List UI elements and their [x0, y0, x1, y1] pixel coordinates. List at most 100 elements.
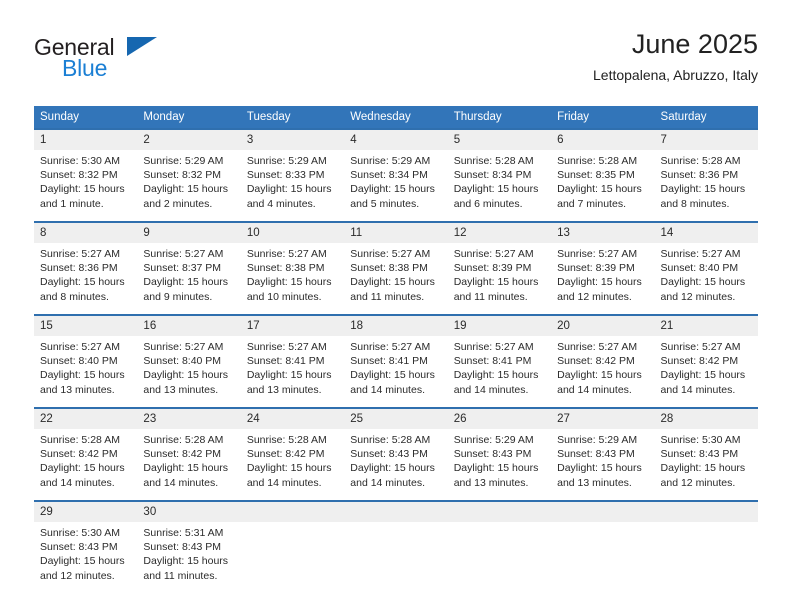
day-number: 8	[34, 223, 138, 243]
general-blue-logo[interactable]: General Blue	[34, 34, 264, 90]
calendar-day-cell[interactable]: 19 Sunrise: 5:27 AM Sunset: 8:41 PM Dayligh…	[447, 314, 552, 407]
calendar-day-cell[interactable]: 2 Sunrise: 5:29 AM Sunset: 8:32 PM Daylight…	[137, 128, 241, 221]
day-cell-body: 6 Sunrise: 5:28 AM Sunset: 8:35 PM Daylight…	[551, 128, 655, 211]
calendar-day-cell[interactable]: 15 Sunrise: 5:27 AM Sunset: 8:40 PM Dayligh…	[34, 314, 138, 407]
sunset-text: Sunset: 8:32 PM	[40, 169, 118, 182]
sunset-text: Sunset: 8:34 PM	[453, 169, 532, 182]
day-number	[240, 502, 345, 522]
sunrise-text: Sunrise: 5:28 AM	[350, 434, 431, 446]
calendar-day-cell[interactable]: 18 Sunrise: 5:27 AM Sunset: 8:41 PM Dayligh…	[344, 314, 448, 407]
calendar-day-cell[interactable]: 30 Sunrise: 5:31 AM Sunset: 8:43 PM Dayligh…	[137, 500, 241, 584]
sunrise-text: Sunrise: 5:28 AM	[40, 434, 120, 446]
day-cell-body: 15 Sunrise: 5:27 AM Sunset: 8:40 PM Dayligh…	[34, 314, 138, 397]
calendar-day-cell[interactable]: 25 Sunrise: 5:28 AM Sunset: 8:43 PM Dayligh…	[344, 407, 448, 500]
calendar-day-cell[interactable]: 8 Sunrise: 5:27 AM Sunset: 8:36 PM Daylight…	[34, 221, 138, 314]
sunset-text: Sunset: 8:32 PM	[143, 169, 222, 182]
calendar-table: Sunday Monday Tuesday Wednesday Thursday…	[34, 106, 758, 584]
calendar-body: 1 Sunrise: 5:30 AM Sunset: 8:32 PM Daylight…	[34, 128, 758, 584]
sunrise-text: Sunrise: 5:30 AM	[660, 434, 741, 446]
sunset-text: Sunset: 8:43 PM	[143, 541, 222, 554]
daylight-text-line2: and 11 minutes.	[143, 569, 218, 582]
calendar-day-cell[interactable]: 28 Sunrise: 5:30 AM Sunset: 8:43 PM Dayligh…	[654, 407, 758, 500]
sunset-text: Sunset: 8:35 PM	[557, 169, 635, 182]
calendar-day-cell[interactable]: 24 Sunrise: 5:28 AM Sunset: 8:42 PM Dayligh…	[240, 407, 345, 500]
calendar-day-cell[interactable]: 26 Sunrise: 5:29 AM Sunset: 8:43 PM Dayligh…	[447, 407, 552, 500]
daylight-text-line2: and 7 minutes.	[557, 197, 626, 210]
sunset-text: Sunset: 8:36 PM	[40, 262, 118, 275]
daylight-text-line1: Daylight: 15 hours	[453, 462, 539, 475]
calendar-day-cell[interactable]: 12 Sunrise: 5:27 AM Sunset: 8:39 PM Dayligh…	[447, 221, 552, 314]
daylight-text-line2: and 2 minutes.	[143, 197, 213, 210]
calendar-day-cell[interactable]: 9 Sunrise: 5:27 AM Sunset: 8:37 PM Daylight…	[137, 221, 241, 314]
calendar-page: General Blue June 2025 Lettopalena, Abru…	[0, 0, 792, 612]
day-number: 4	[344, 130, 448, 150]
sunset-text: Sunset: 8:42 PM	[246, 448, 325, 461]
day-number	[344, 502, 448, 522]
daylight-text-line2: and 5 minutes.	[350, 197, 420, 210]
daylight-text-line1: Daylight: 15 hours	[660, 276, 746, 289]
calendar-day-cell[interactable]: 1 Sunrise: 5:30 AM Sunset: 8:32 PM Daylight…	[34, 128, 138, 221]
day-details: Sunrise: 5:28 AM Sunset: 8:42 PM Daylight:…	[137, 429, 240, 490]
daylight-text-line1: Daylight: 15 hours	[660, 462, 746, 475]
daylight-text-line2: and 12 minutes.	[660, 290, 736, 303]
daylight-text-line1: Daylight: 15 hours	[350, 369, 435, 382]
day-details: Sunrise: 5:30 AM Sunset: 8:43 PM Daylight:…	[655, 429, 758, 490]
calendar-day-cell[interactable]: 6 Sunrise: 5:28 AM Sunset: 8:35 PM Daylight…	[551, 128, 655, 221]
sunrise-text: Sunrise: 5:27 AM	[453, 341, 534, 353]
sunset-text: Sunset: 8:38 PM	[246, 262, 325, 275]
calendar-day-cell[interactable]: 3 Sunrise: 5:29 AM Sunset: 8:33 PM Daylight…	[240, 128, 345, 221]
calendar-day-cell[interactable]: 20 Sunrise: 5:27 AM Sunset: 8:42 PM Dayligh…	[551, 314, 655, 407]
daylight-text-line1: Daylight: 15 hours	[143, 183, 229, 196]
calendar-day-cell[interactable]: 11 Sunrise: 5:27 AM Sunset: 8:38 PM Dayligh…	[344, 221, 448, 314]
day-cell-body: 30 Sunrise: 5:31 AM Sunset: 8:43 PM Dayligh…	[137, 500, 241, 583]
calendar-day-cell[interactable]: 23 Sunrise: 5:28 AM Sunset: 8:42 PM Dayligh…	[137, 407, 241, 500]
title-block: June 2025 Lettopalena, Abruzzo, Italy	[593, 28, 758, 84]
day-number: 25	[344, 409, 448, 429]
day-number: 18	[344, 316, 448, 336]
sunset-text: Sunset: 8:43 PM	[557, 448, 635, 461]
daylight-text-line1: Daylight: 15 hours	[40, 555, 125, 568]
day-cell-body: 16 Sunrise: 5:27 AM Sunset: 8:40 PM Dayligh…	[137, 314, 241, 397]
day-number: 21	[654, 316, 758, 336]
day-number: 7	[654, 130, 758, 150]
day-number: 29	[34, 502, 138, 522]
sunrise-text: Sunrise: 5:29 AM	[246, 155, 327, 167]
calendar-day-cell[interactable]: 21 Sunrise: 5:27 AM Sunset: 8:42 PM Dayligh…	[654, 314, 758, 407]
day-number: 24	[240, 409, 345, 429]
calendar-day-cell[interactable]: 22 Sunrise: 5:28 AM Sunset: 8:42 PM Dayligh…	[34, 407, 138, 500]
calendar-day-cell[interactable]: 27 Sunrise: 5:29 AM Sunset: 8:43 PM Dayligh…	[551, 407, 655, 500]
daylight-text-line1: Daylight: 15 hours	[350, 462, 435, 475]
day-cell-body: 3 Sunrise: 5:29 AM Sunset: 8:33 PM Daylight…	[240, 128, 345, 211]
sunset-text: Sunset: 8:42 PM	[40, 448, 118, 461]
calendar-day-cell[interactable]: 4 Sunrise: 5:29 AM Sunset: 8:34 PM Daylight…	[344, 128, 448, 221]
daylight-text-line1: Daylight: 15 hours	[453, 183, 539, 196]
calendar-day-cell[interactable]: 5 Sunrise: 5:28 AM Sunset: 8:34 PM Daylight…	[447, 128, 552, 221]
day-details: Sunrise: 5:28 AM Sunset: 8:42 PM Daylight:…	[241, 429, 344, 490]
sunset-text: Sunset: 8:42 PM	[660, 355, 739, 368]
day-details: Sunrise: 5:30 AM Sunset: 8:32 PM Daylight:…	[34, 150, 137, 211]
calendar-day-cell[interactable]: 16 Sunrise: 5:27 AM Sunset: 8:40 PM Dayligh…	[137, 314, 241, 407]
weekday-header-thursday: Thursday	[447, 106, 552, 128]
sunset-text: Sunset: 8:40 PM	[660, 262, 739, 275]
calendar-day-cell[interactable]: 17 Sunrise: 5:27 AM Sunset: 8:41 PM Dayligh…	[240, 314, 345, 407]
day-details: Sunrise: 5:27 AM Sunset: 8:40 PM Daylight:…	[137, 336, 240, 397]
calendar-day-cell[interactable]: 29 Sunrise: 5:30 AM Sunset: 8:43 PM Dayligh…	[34, 500, 138, 584]
sunrise-text: Sunrise: 5:27 AM	[40, 341, 120, 353]
sunrise-text: Sunrise: 5:29 AM	[350, 155, 431, 167]
daylight-text-line2: and 14 minutes.	[453, 383, 529, 396]
calendar-day-cell[interactable]: 10 Sunrise: 5:27 AM Sunset: 8:38 PM Dayligh…	[240, 221, 345, 314]
day-details: Sunrise: 5:29 AM Sunset: 8:34 PM Daylight:…	[344, 150, 447, 211]
sunset-text: Sunset: 8:41 PM	[246, 355, 325, 368]
calendar-day-cell[interactable]: 13 Sunrise: 5:27 AM Sunset: 8:39 PM Dayligh…	[551, 221, 655, 314]
sunrise-text: Sunrise: 5:27 AM	[143, 341, 224, 353]
sunrise-text: Sunrise: 5:28 AM	[557, 155, 638, 167]
sunrise-text: Sunrise: 5:29 AM	[453, 434, 534, 446]
day-number: 2	[137, 130, 241, 150]
daylight-text-line1: Daylight: 15 hours	[40, 183, 125, 196]
day-details: Sunrise: 5:27 AM Sunset: 8:36 PM Daylight:…	[34, 243, 137, 304]
day-details: Sunrise: 5:27 AM Sunset: 8:42 PM Daylight:…	[655, 336, 758, 397]
day-number: 15	[34, 316, 138, 336]
calendar-day-cell[interactable]: 7 Sunrise: 5:28 AM Sunset: 8:36 PM Daylight…	[654, 128, 758, 221]
calendar-day-cell[interactable]: 14 Sunrise: 5:27 AM Sunset: 8:40 PM Dayligh…	[654, 221, 758, 314]
calendar-week-row: 29 Sunrise: 5:30 AM Sunset: 8:43 PM Dayligh…	[34, 500, 758, 584]
